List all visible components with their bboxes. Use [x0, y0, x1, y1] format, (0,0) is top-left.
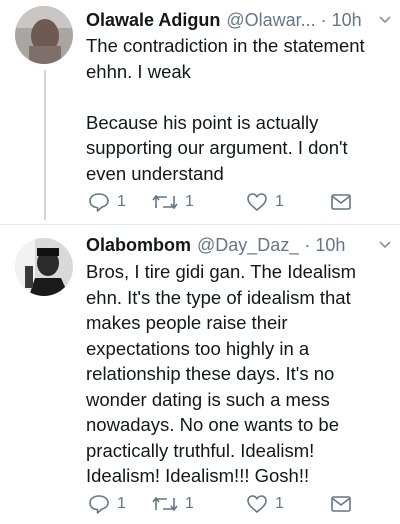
retweet-count: 1: [185, 495, 194, 512]
tweet-text-line: supporting our argument. I don't: [86, 137, 348, 158]
retweet-button[interactable]: 1: [152, 190, 194, 214]
display-name[interactable]: Olabombom: [86, 235, 191, 256]
reply-button[interactable]: 1: [88, 190, 126, 214]
reply-icon: [88, 494, 110, 514]
tweet-header: Olawale Adigun @Olawar... · 10h: [86, 8, 392, 32]
reply-button[interactable]: 1: [88, 492, 126, 516]
tweet-text-line: Bros, I tire gidi gan. The Idealism: [86, 261, 357, 282]
tweet-text-line: wonder dating is such a mess: [86, 388, 330, 410]
tweet-text-line: nowadays. No one wants to be: [86, 414, 339, 435]
retweet-icon: [152, 193, 178, 211]
timestamp[interactable]: 10h: [315, 235, 345, 256]
direct-message-icon: [330, 193, 352, 211]
tweet-text: Bros, I tire gidi gan. The Idealism ehn.…: [86, 259, 392, 489]
display-name[interactable]: Olawale Adigun: [86, 10, 220, 31]
tweet-text-line: Idealism! Idealism!!! Gosh!!: [86, 465, 310, 486]
like-count: 1: [275, 495, 284, 512]
tweet-text-line: ehhn. I weak: [86, 60, 191, 82]
direct-message-button[interactable]: [330, 492, 352, 516]
tweet-text-line: even understand: [86, 162, 224, 184]
like-button[interactable]: 1: [246, 190, 284, 214]
tweet-header: Olabombom @Day_Daz_ · 10h: [86, 233, 392, 257]
tweet-text-line: The contradiction in the statement: [86, 35, 365, 56]
like-icon: [246, 494, 268, 514]
reply-count: 1: [117, 193, 126, 210]
reply-icon: [88, 192, 110, 212]
tweet-text: The contradiction in the statement ehhn.…: [86, 33, 392, 186]
tweet-text-line: Because his point is actually: [86, 111, 319, 133]
like-count: 1: [275, 193, 284, 210]
retweet-count: 1: [185, 193, 194, 210]
chevron-down-icon[interactable]: [378, 13, 392, 27]
tweet-text-line: practically truthful. Idealism!: [86, 439, 315, 461]
reply-count: 1: [117, 495, 126, 512]
like-icon: [246, 192, 268, 212]
like-button[interactable]: 1: [246, 492, 284, 516]
avatar[interactable]: [15, 6, 73, 64]
tweet[interactable]: Olawale Adigun @Olawar... · 10h The cont…: [0, 0, 400, 224]
tweet-text-line: expectations too highly in a: [86, 337, 310, 359]
user-handle[interactable]: @Olawar...: [226, 10, 315, 31]
paragraph-break: [86, 84, 392, 110]
separator: ·: [320, 9, 327, 30]
chevron-down-icon[interactable]: [378, 238, 392, 252]
user-handle[interactable]: @Day_Daz_: [197, 235, 299, 256]
tweet-text-line: makes people raise their: [86, 312, 288, 333]
direct-message-icon: [330, 495, 352, 513]
tweet-text-line: relationship these days. It's no: [86, 363, 335, 384]
tweet-actions: 1 1 1: [88, 492, 368, 516]
timestamp[interactable]: 10h: [332, 10, 362, 31]
separator: ·: [304, 234, 311, 255]
tweet-text-line: ehn. It's the type of idealism that: [86, 286, 351, 308]
retweet-icon: [152, 495, 178, 513]
avatar[interactable]: [15, 238, 73, 296]
retweet-button[interactable]: 1: [152, 492, 194, 516]
direct-message-button[interactable]: [330, 190, 352, 214]
tweet-actions: 1 1 1: [88, 190, 368, 214]
